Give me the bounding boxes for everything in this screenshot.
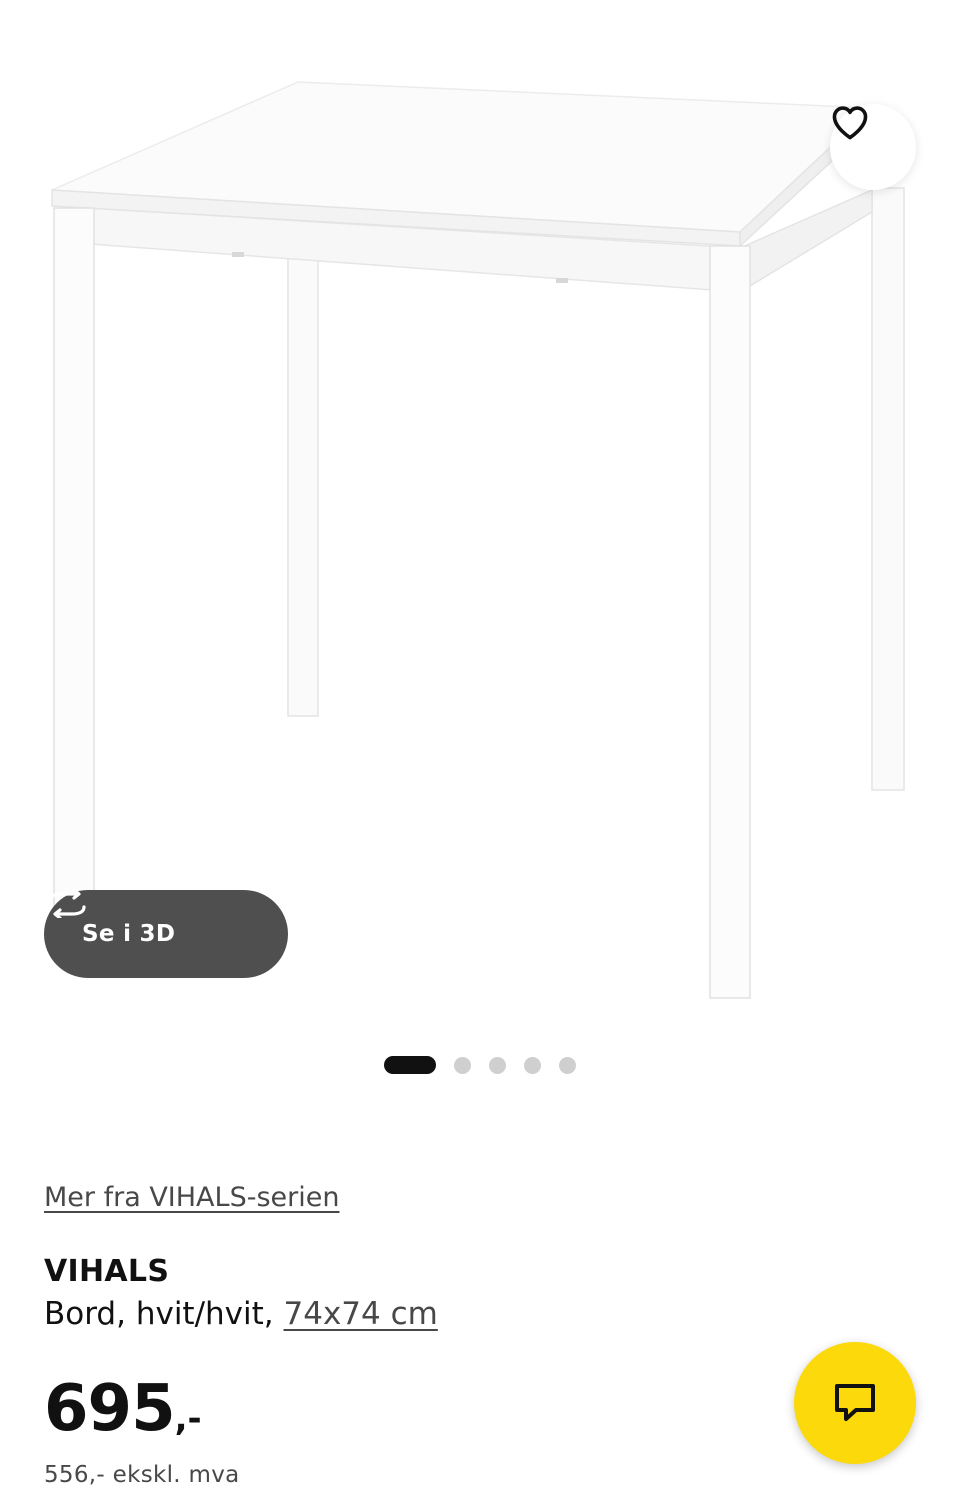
product-description: Bord, hvit/hvit, 74x74 cm xyxy=(44,1296,438,1332)
carousel-dot-3[interactable] xyxy=(489,1056,506,1074)
carousel-dot-5[interactable] xyxy=(559,1056,576,1074)
carousel-dot-1[interactable] xyxy=(384,1056,436,1074)
carousel-dot-2[interactable] xyxy=(454,1056,471,1074)
table-product-image[interactable]: Se i 3D xyxy=(0,0,960,1030)
favorite-button[interactable] xyxy=(830,104,916,190)
chat-bubble-icon xyxy=(835,1384,875,1421)
product-page: Se i 3D Mer fra VIHALS-serien VIHALS Bor… xyxy=(0,0,960,1508)
view-in-3d-label: Se i 3D xyxy=(82,921,176,947)
carousel-dot-4[interactable] xyxy=(524,1056,541,1074)
product-name: VIHALS xyxy=(44,1254,170,1289)
image-carousel-indicator xyxy=(0,1055,960,1075)
price-integer: 695 xyxy=(44,1372,176,1446)
series-link[interactable]: Mer fra VIHALS-serien xyxy=(44,1182,339,1213)
view-in-3d-button[interactable]: Se i 3D xyxy=(44,890,288,978)
price-excluding-vat: 556,- ekskl. mva xyxy=(44,1462,240,1488)
price-suffix: ,- xyxy=(174,1399,202,1439)
product-price: 695 ,- xyxy=(44,1372,202,1446)
table-illustration xyxy=(51,81,905,999)
product-description-text: Bord, hvit/hvit, xyxy=(44,1296,284,1332)
heart-icon xyxy=(832,106,868,140)
chat-button[interactable] xyxy=(794,1342,916,1464)
rotate-3d-icon xyxy=(48,890,86,918)
product-size-link[interactable]: 74x74 cm xyxy=(284,1296,438,1332)
